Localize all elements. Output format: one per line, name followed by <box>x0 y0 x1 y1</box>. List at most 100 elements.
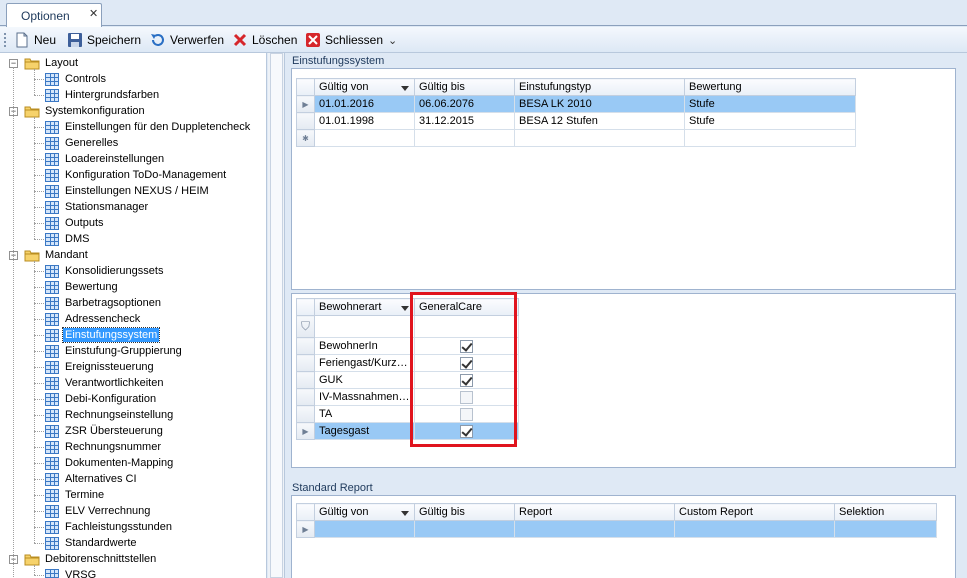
report-grid[interactable]: Gültig von Gültig bis Report Custom Repo… <box>296 503 937 538</box>
tree-item[interactable]: Verantwortlichkeiten <box>45 375 165 391</box>
table-row[interactable]: 01.01.1998 31.12.2015 BESA 12 Stufen Stufe <box>296 112 856 130</box>
table-cell[interactable] <box>414 129 515 147</box>
tree-item[interactable]: Stationsmanager <box>45 199 150 215</box>
save-button[interactable]: Speichern <box>67 31 141 49</box>
column-header-bewohnerart[interactable]: Bewohnerart <box>314 298 415 316</box>
close-icon[interactable]: ✕ <box>89 7 98 20</box>
tree-item[interactable]: Rechnungseinstellung <box>45 407 175 423</box>
grid-icon <box>45 408 59 422</box>
tree-item[interactable]: Bewertung <box>45 279 120 295</box>
bewohnerart-cell[interactable]: BewohnerIn <box>314 337 415 355</box>
table-cell[interactable]: Stufe <box>684 95 856 113</box>
folder-icon <box>24 105 40 118</box>
bewohnerart-cell[interactable]: GUK <box>314 371 415 389</box>
table-cell[interactable]: BESA 12 Stufen <box>514 112 685 130</box>
discard-button[interactable]: Verwerfen <box>150 31 224 49</box>
column-header-gueltig-von[interactable]: Gültig von <box>314 503 415 521</box>
table-cell[interactable]: 01.01.1998 <box>314 112 415 130</box>
table-cell[interactable]: 06.06.2076 <box>414 95 515 113</box>
tree-item[interactable]: Debi-Konfiguration <box>45 391 158 407</box>
tree-item-label: Loadereinstellungen <box>65 153 165 165</box>
bewohnerart-cell[interactable]: IV-Massnahmen ... <box>314 388 415 406</box>
new-button[interactable]: Neu <box>14 31 56 49</box>
bewohnerart-cell[interactable]: TA <box>314 405 415 423</box>
table-cell[interactable]: Stufe <box>684 112 856 130</box>
tree-item-label: Termine <box>65 489 105 501</box>
row-indicator: ▶ <box>296 95 315 113</box>
tree-item[interactable]: Einstufungssystem <box>45 327 161 343</box>
table-cell[interactable] <box>834 520 937 538</box>
tree-connector <box>34 271 44 272</box>
filter-cell-bewohnerart[interactable] <box>314 315 415 338</box>
filter-icon[interactable]: ⛉ <box>296 315 315 338</box>
column-header-gueltig-bis[interactable]: Gültig bis <box>414 78 515 96</box>
folder-icon <box>24 553 40 566</box>
column-header-report[interactable]: Report <box>514 503 675 521</box>
tree-item[interactable]: Standardwerte <box>45 535 139 551</box>
column-header-gueltig-von[interactable]: Gültig von <box>314 78 415 96</box>
column-header-bewertung[interactable]: Bewertung <box>684 78 856 96</box>
table-cell[interactable] <box>314 520 415 538</box>
table-cell[interactable] <box>684 129 856 147</box>
toolbar-overflow-icon[interactable]: ⌄ <box>388 34 397 47</box>
column-header-custom-report[interactable]: Custom Report <box>674 503 835 521</box>
tree-item[interactable]: ELV Verrechnung <box>45 503 152 519</box>
tree-scrollbar[interactable] <box>268 53 285 578</box>
tree-connector <box>34 335 44 336</box>
tree-item[interactable]: Rechnungsnummer <box>45 439 163 455</box>
table-cell[interactable] <box>414 520 515 538</box>
tree-item[interactable]: Ereignissteuerung <box>45 359 156 375</box>
tree-item[interactable]: Loadereinstellungen <box>45 151 166 167</box>
tree-item[interactable]: Termine <box>45 487 106 503</box>
tree-item[interactable]: Einstellungen für den Duppletencheck <box>45 119 252 135</box>
column-header-selektion[interactable]: Selektion <box>834 503 937 521</box>
tree-item[interactable]: ZSR Übersteuerung <box>45 423 165 439</box>
tree-item[interactable]: VRSG <box>45 567 98 578</box>
tab-optionen[interactable]: Optionen ✕ <box>6 3 102 27</box>
table-row[interactable]: ▶ <box>296 520 937 538</box>
tree-item[interactable]: Adressencheck <box>45 311 142 327</box>
close-button[interactable]: Schliessen <box>305 31 383 49</box>
tree-item-label: Verantwortlichkeiten <box>65 377 164 389</box>
tree-item[interactable]: Barbetragsoptionen <box>45 295 163 311</box>
toolbar: Neu Speichern Verwerfen Löschen Schliess… <box>0 27 967 53</box>
tree-connector <box>34 399 44 400</box>
toolbar-grip[interactable] <box>4 33 6 47</box>
einstufung-grid[interactable]: Gültig von Gültig bis Einstufungstyp Bew… <box>296 78 856 147</box>
tree-item[interactable]: Fachleistungsstunden <box>45 519 174 535</box>
tree-connector <box>34 543 44 544</box>
table-cell[interactable] <box>514 129 685 147</box>
bewohnerart-cell[interactable]: Feriengast/Kurzaufenthalt <box>314 354 415 372</box>
tree-connector <box>34 415 44 416</box>
delete-button[interactable]: Löschen <box>232 31 297 49</box>
tree-item[interactable]: Einstufung-Gruppierung <box>45 343 184 359</box>
tree-item[interactable]: Outputs <box>45 215 106 231</box>
column-header-einstufungstyp[interactable]: Einstufungstyp <box>514 78 685 96</box>
table-cell[interactable] <box>314 129 415 147</box>
table-row[interactable]: ▶ 01.01.2016 06.06.2076 BESA LK 2010 Stufe <box>296 95 856 113</box>
tree-item[interactable]: Konfiguration ToDo-Management <box>45 167 228 183</box>
tree-item[interactable]: Konsolidierungssets <box>45 263 165 279</box>
options-tree[interactable]: − Layout Controls Hintergrundsfarben − System… <box>0 53 267 578</box>
tree-item[interactable]: Einstellungen NEXUS / HEIM <box>45 183 211 199</box>
table-cell[interactable]: BESA LK 2010 <box>514 95 685 113</box>
tree-group-debitorenschnittstellen[interactable]: Debitorenschnittstellen <box>24 551 158 567</box>
tree-item[interactable]: Hintergrundsfarben <box>45 87 161 103</box>
table-cell[interactable]: 31.12.2015 <box>414 112 515 130</box>
tree-connector <box>34 191 44 192</box>
tree-item[interactable]: Controls <box>45 71 108 87</box>
tree-item[interactable]: Generelles <box>45 135 120 151</box>
tree-item-label: DMS <box>65 233 90 245</box>
tree-item[interactable]: Dokumenten-Mapping <box>45 455 175 471</box>
bewohnerart-cell[interactable]: Tagesgast <box>314 422 415 440</box>
table-cell[interactable]: 01.01.2016 <box>314 95 415 113</box>
table-cell[interactable] <box>674 520 835 538</box>
new-row[interactable]: ✱ <box>296 129 856 147</box>
tree-item[interactable]: DMS <box>45 231 91 247</box>
tree-group-systemkonfiguration[interactable]: Systemkonfiguration <box>24 103 147 119</box>
column-header-gueltig-bis[interactable]: Gültig bis <box>414 503 515 521</box>
scrollbar-thumb[interactable] <box>270 53 283 578</box>
tree-group-layout[interactable]: Layout <box>24 55 80 71</box>
tree-item[interactable]: Alternatives CI <box>45 471 139 487</box>
table-cell[interactable] <box>514 520 675 538</box>
